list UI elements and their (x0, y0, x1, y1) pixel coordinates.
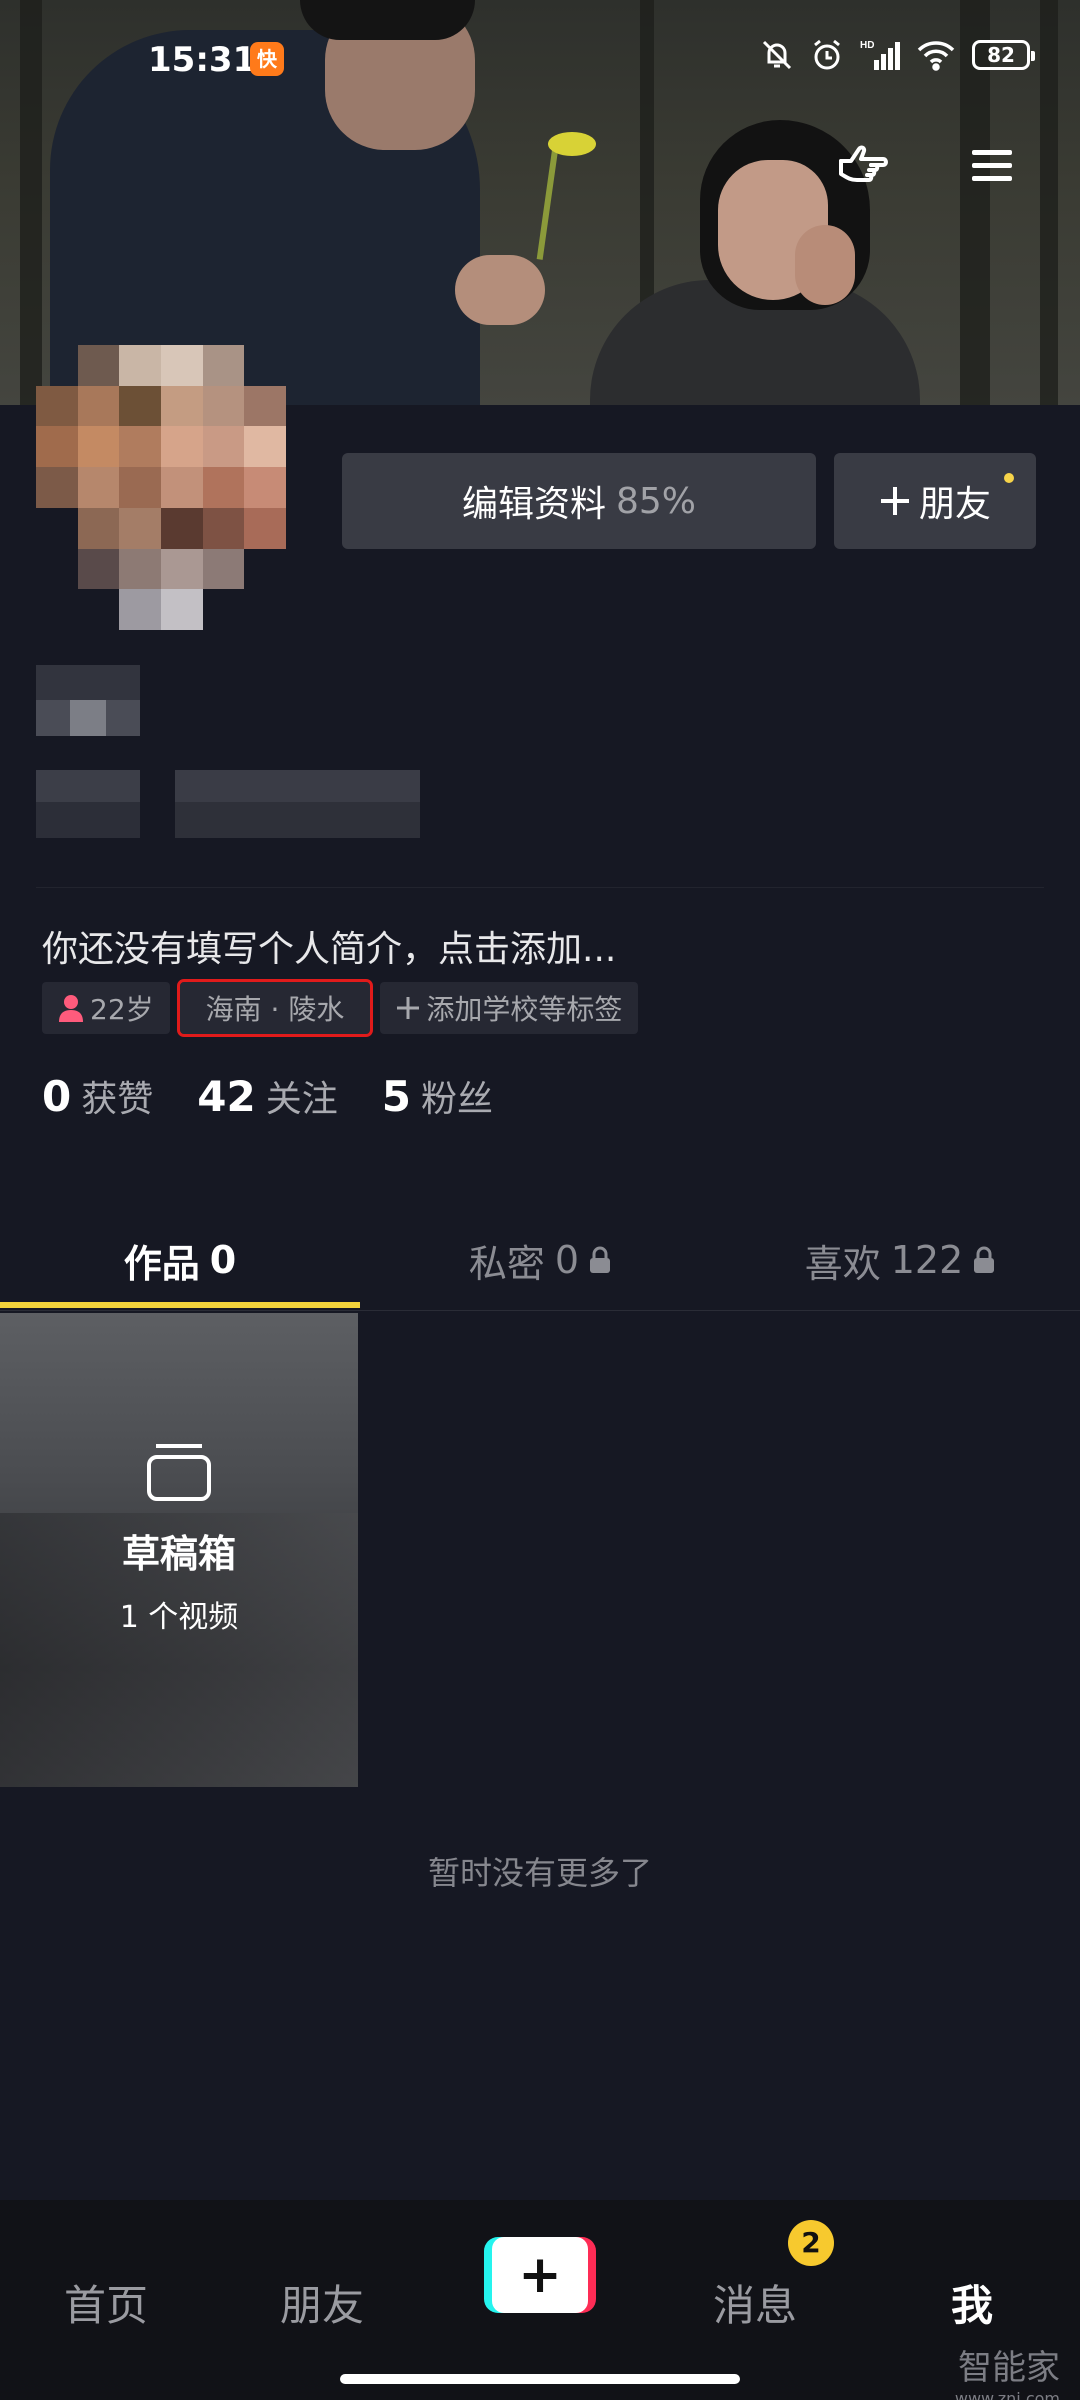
watermark-url: www.znj.com (954, 2389, 1060, 2400)
followers-stat[interactable]: 5 粉丝 (382, 1070, 493, 1122)
nav-home[interactable]: 首页 (64, 2272, 148, 2333)
add-friend-label: 朋友 (918, 484, 991, 525)
profile-stats: 0 获赞 42 关注 5 粉丝 (42, 1070, 493, 1122)
drafts-count: 1 个视频 (119, 1600, 239, 1635)
watermark: 智能家 www.znj.com (955, 2340, 1060, 2400)
nav-me[interactable]: 我 (951, 2272, 993, 2333)
age-label: 22岁 (90, 993, 154, 1026)
tab-works[interactable]: 作品 0 (0, 1210, 360, 1310)
watermark-name: 智能家 (958, 2348, 1060, 2388)
edit-profile-button[interactable]: 编辑资料 85% (342, 453, 816, 549)
menu-button[interactable] (957, 130, 1027, 200)
drafts-box-icon (147, 1444, 211, 1501)
create-video-button[interactable]: + (484, 2237, 596, 2313)
tab-liked[interactable]: 喜欢 122 (720, 1210, 1080, 1310)
location-tag[interactable]: 海南 · 陵水 (176, 979, 374, 1037)
person-icon (59, 995, 83, 1022)
drafts-title: 草稿箱 (121, 1532, 236, 1576)
lock-icon (974, 1246, 995, 1273)
add-school-tag[interactable]: 添加学校等标签 (380, 982, 639, 1034)
pointing-hand-icon (839, 145, 888, 182)
visitor-hand-button[interactable] (828, 130, 898, 200)
nav-messages[interactable]: 消息 (713, 2272, 797, 2333)
new-indicator-dot (1004, 473, 1014, 483)
following-count: 42 (197, 1072, 256, 1121)
tab-works-label: 作品 (123, 1241, 200, 1286)
home-indicator[interactable] (340, 2374, 740, 2384)
tab-private-label: 私密 (468, 1241, 545, 1286)
bottom-navigation: 首页 朋友 + 消息 2 我 (0, 2200, 1080, 2400)
lock-icon (590, 1246, 611, 1273)
content-tabs: 作品 0 私密 0 喜欢 122 (0, 1210, 1080, 1310)
nav-friends[interactable]: 朋友 (280, 2272, 364, 2333)
tab-works-count: 0 (209, 1238, 237, 1282)
tab-divider (0, 1310, 1080, 1311)
following-label: 关注 (265, 1079, 338, 1120)
no-more-content-hint: 暂时没有更多了 (427, 1854, 652, 1892)
wifi-icon (917, 41, 955, 71)
age-tag[interactable]: 22岁 (42, 982, 170, 1034)
profile-completion-percent: 85% (616, 480, 697, 522)
battery-indicator: 82 (972, 40, 1035, 70)
divider (36, 887, 1044, 888)
following-stat[interactable]: 42 关注 (197, 1070, 337, 1122)
plus-icon (880, 487, 909, 515)
status-icons: HD 82 (760, 38, 1035, 72)
status-time: 15:31 (148, 40, 257, 80)
hamburger-menu-icon (972, 150, 1012, 181)
cellular-signal-icon: HD (860, 40, 900, 70)
likes-stat[interactable]: 0 获赞 (42, 1070, 153, 1122)
bio-placeholder[interactable]: 你还没有填写个人简介，点击添加... (42, 920, 616, 972)
edit-profile-label: 编辑资料 (461, 484, 606, 525)
location-label: 海南 · 陵水 (205, 993, 345, 1026)
add-school-label: 添加学校等标签 (426, 993, 623, 1026)
likes-count: 0 (42, 1072, 72, 1121)
tab-liked-count: 122 (890, 1238, 964, 1282)
plus-icon (397, 997, 420, 1019)
profile-tags: 22岁 海南 · 陵水 添加学校等标签 (42, 979, 639, 1037)
plus-icon: + (518, 2245, 562, 2305)
followers-count: 5 (381, 1072, 411, 1121)
svg-text:HD: HD (860, 40, 874, 51)
avatar[interactable] (36, 345, 286, 630)
alarm-icon (814, 39, 840, 70)
active-tab-indicator (0, 1302, 360, 1308)
tab-private-count: 0 (554, 1238, 580, 1282)
followers-label: 粉丝 (420, 1079, 493, 1120)
tab-liked-label: 喜欢 (804, 1241, 881, 1286)
add-friend-button[interactable]: 朋友 (834, 453, 1036, 549)
drafts-card[interactable]: 草稿箱 1 个视频 (0, 1313, 358, 1787)
likes-label: 获赞 (81, 1079, 154, 1120)
mute-bell-icon (762, 40, 792, 70)
messages-badge: 2 (788, 2220, 834, 2266)
tab-private[interactable]: 私密 0 (360, 1210, 720, 1310)
app-notification-icon: 快 (250, 42, 284, 76)
